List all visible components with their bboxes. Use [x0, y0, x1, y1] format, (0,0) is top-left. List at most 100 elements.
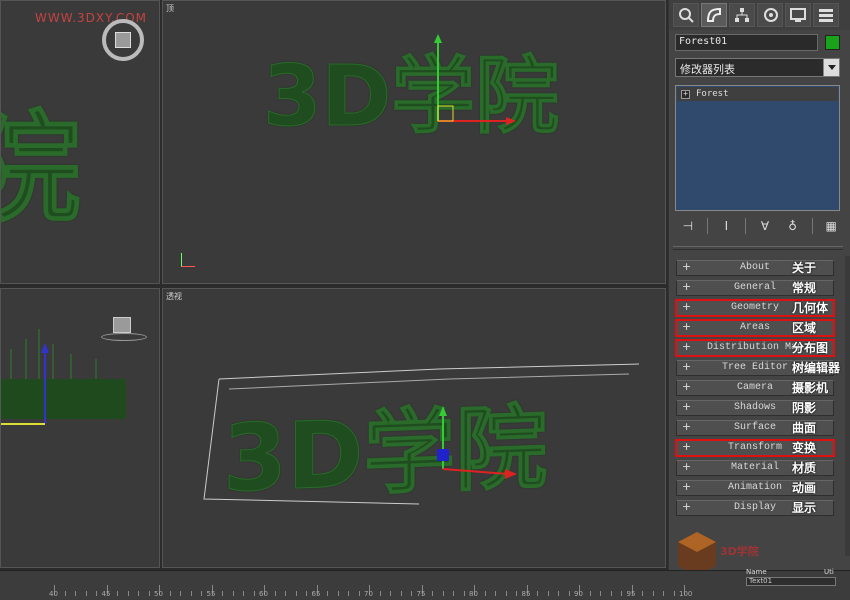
expand-plus-icon[interactable]: +	[682, 340, 691, 354]
timeline-bar[interactable]: 40 45 50 55 60 65 70 75 80 85 90 95 100	[0, 570, 850, 600]
viewcube-ring[interactable]	[102, 19, 144, 61]
make-unique-icon[interactable]: ∀	[756, 217, 774, 235]
rollout-tree-editor[interactable]: Tree Editor + 树编辑器	[676, 360, 850, 376]
chevron-down-icon[interactable]	[823, 59, 839, 76]
rollout-shadows[interactable]: Shadows + 阴影	[676, 400, 850, 416]
viewport-foliage-text: 院	[1, 71, 82, 245]
viewcube-icon	[115, 32, 131, 48]
name-label: Name	[746, 568, 767, 576]
utilities-tab[interactable]	[813, 3, 839, 27]
ruler-minor-tick	[610, 591, 612, 596]
ruler-minor-tick	[138, 591, 139, 596]
ruler-minor-tick	[558, 591, 559, 596]
rollout-geometry[interactable]: Geometry + 几何体	[675, 299, 850, 317]
object-color-swatch[interactable]	[825, 35, 840, 50]
expand-plus-icon[interactable]: +	[682, 360, 691, 374]
viewport-label: 顶	[166, 4, 174, 13]
ruler-minor-tick	[232, 591, 234, 596]
viewcube-icon[interactable]	[113, 317, 131, 333]
top-viewport[interactable]: 顶 3D学院	[162, 0, 666, 284]
rollout-cn-label: 常规	[792, 281, 817, 295]
rollout-cn-label: 显示	[792, 501, 817, 515]
pin-stack-icon[interactable]: ⊣	[679, 217, 697, 235]
modifier-stack[interactable]: + Forest	[675, 85, 840, 211]
move-gizmo[interactable]	[413, 399, 533, 499]
ruler-minor-tick	[600, 591, 601, 596]
left-viewport[interactable]: WWW.3DXY.COM 院	[0, 0, 160, 284]
rollout-distribution-map[interactable]: Distribution Map + 分布图	[675, 339, 850, 357]
rollout-list: About + 关于 General + 常规 Geometry + 几何体 Areas + 区域 Di…	[675, 260, 850, 520]
ruler-tick-label: 50	[154, 590, 163, 598]
ruler-minor-tick	[327, 591, 328, 596]
expand-plus-icon[interactable]: +	[682, 260, 691, 274]
create-icon	[679, 8, 694, 23]
ruler-minor-tick	[337, 591, 339, 596]
modify-tab[interactable]	[701, 3, 727, 27]
expand-plus-icon[interactable]: +	[682, 500, 691, 514]
rollout-transform[interactable]: Transform + 变换	[675, 439, 850, 457]
ruler-minor-tick	[547, 591, 549, 596]
expand-plus-icon[interactable]: +	[682, 440, 691, 454]
viewcube-ring	[101, 333, 147, 341]
ruler-tick-label: 90	[574, 590, 583, 598]
ruler-minor-tick	[673, 591, 675, 596]
rollout-cn-label: 动画	[792, 481, 817, 495]
create-tab[interactable]	[673, 3, 699, 27]
ruler-minor-tick	[589, 591, 591, 596]
stack-item-label: Forest	[696, 89, 729, 99]
ruler-minor-tick	[652, 591, 654, 596]
panel-scrollbar[interactable]	[845, 256, 850, 556]
rollout-display[interactable]: Display + 显示	[676, 500, 850, 516]
ruler-minor-tick	[85, 591, 87, 596]
show-end-result-icon[interactable]: I	[718, 217, 736, 235]
rollout-animation[interactable]: Animation + 动画	[676, 480, 850, 496]
rollout-camera[interactable]: Camera + 摄影机	[676, 380, 850, 396]
ruler-minor-tick	[306, 591, 307, 596]
expand-plus-icon[interactable]: +	[682, 400, 691, 414]
object-name-field[interactable]: Forest01	[675, 34, 818, 51]
expand-plus-icon[interactable]: +	[682, 480, 691, 494]
ruler-minor-tick	[505, 591, 507, 596]
rollout-material[interactable]: Material + 材质	[676, 460, 850, 476]
viewport-label: 透视	[166, 292, 182, 301]
configure-sets-icon[interactable]: ▦	[822, 217, 840, 235]
ruler-minor-tick	[75, 591, 76, 596]
modifier-list-dropdown[interactable]: 修改器列表	[675, 58, 840, 77]
motion-icon	[764, 8, 778, 22]
utilities-icon	[819, 9, 833, 22]
ruler-minor-tick	[169, 591, 171, 596]
ruler-minor-tick	[453, 591, 454, 596]
front-viewport[interactable]	[0, 288, 160, 568]
rollout-about[interactable]: About + 关于	[676, 260, 850, 276]
expand-plus-icon[interactable]: +	[681, 89, 690, 99]
ruler-minor-tick	[358, 591, 360, 596]
rollout-cn-label: 曲面	[792, 421, 817, 435]
ruler-minor-tick	[642, 591, 643, 596]
expand-plus-icon[interactable]: +	[682, 280, 691, 294]
name-value-field[interactable]: Text01	[746, 577, 836, 586]
ruler-tick-label: 65	[311, 590, 321, 598]
time-ruler[interactable]: 40 45 50 55 60 65 70 75 80 85 90 95 100	[0, 571, 740, 600]
perspective-viewport[interactable]: 透视 3D学院	[162, 288, 666, 568]
ruler-minor-tick	[148, 591, 150, 596]
modifier-list-label: 修改器列表	[680, 63, 735, 76]
motion-tab[interactable]	[757, 3, 783, 27]
move-gizmo[interactable]	[423, 31, 523, 131]
expand-plus-icon[interactable]: +	[682, 300, 691, 314]
stack-item-forest[interactable]: + Forest	[677, 87, 838, 101]
hierarchy-tab[interactable]	[729, 3, 755, 27]
rollout-general[interactable]: General + 常规	[676, 280, 850, 296]
rollout-areas[interactable]: Areas + 区域	[675, 319, 850, 337]
expand-plus-icon[interactable]: +	[682, 420, 691, 434]
remove-modifier-icon[interactable]: ♁	[784, 217, 802, 235]
ruler-tick-label: 70	[364, 590, 373, 598]
ruler-minor-tick	[274, 591, 276, 596]
expand-plus-icon[interactable]: +	[682, 320, 691, 334]
ruler-minor-tick	[180, 591, 181, 596]
display-tab[interactable]	[785, 3, 811, 27]
rollout-surface[interactable]: Surface + 曲面	[676, 420, 850, 436]
expand-plus-icon[interactable]: +	[682, 380, 691, 394]
expand-plus-icon[interactable]: +	[682, 460, 691, 474]
toolbar-separator	[811, 218, 813, 234]
ruler-tick-label: 40	[49, 590, 58, 598]
